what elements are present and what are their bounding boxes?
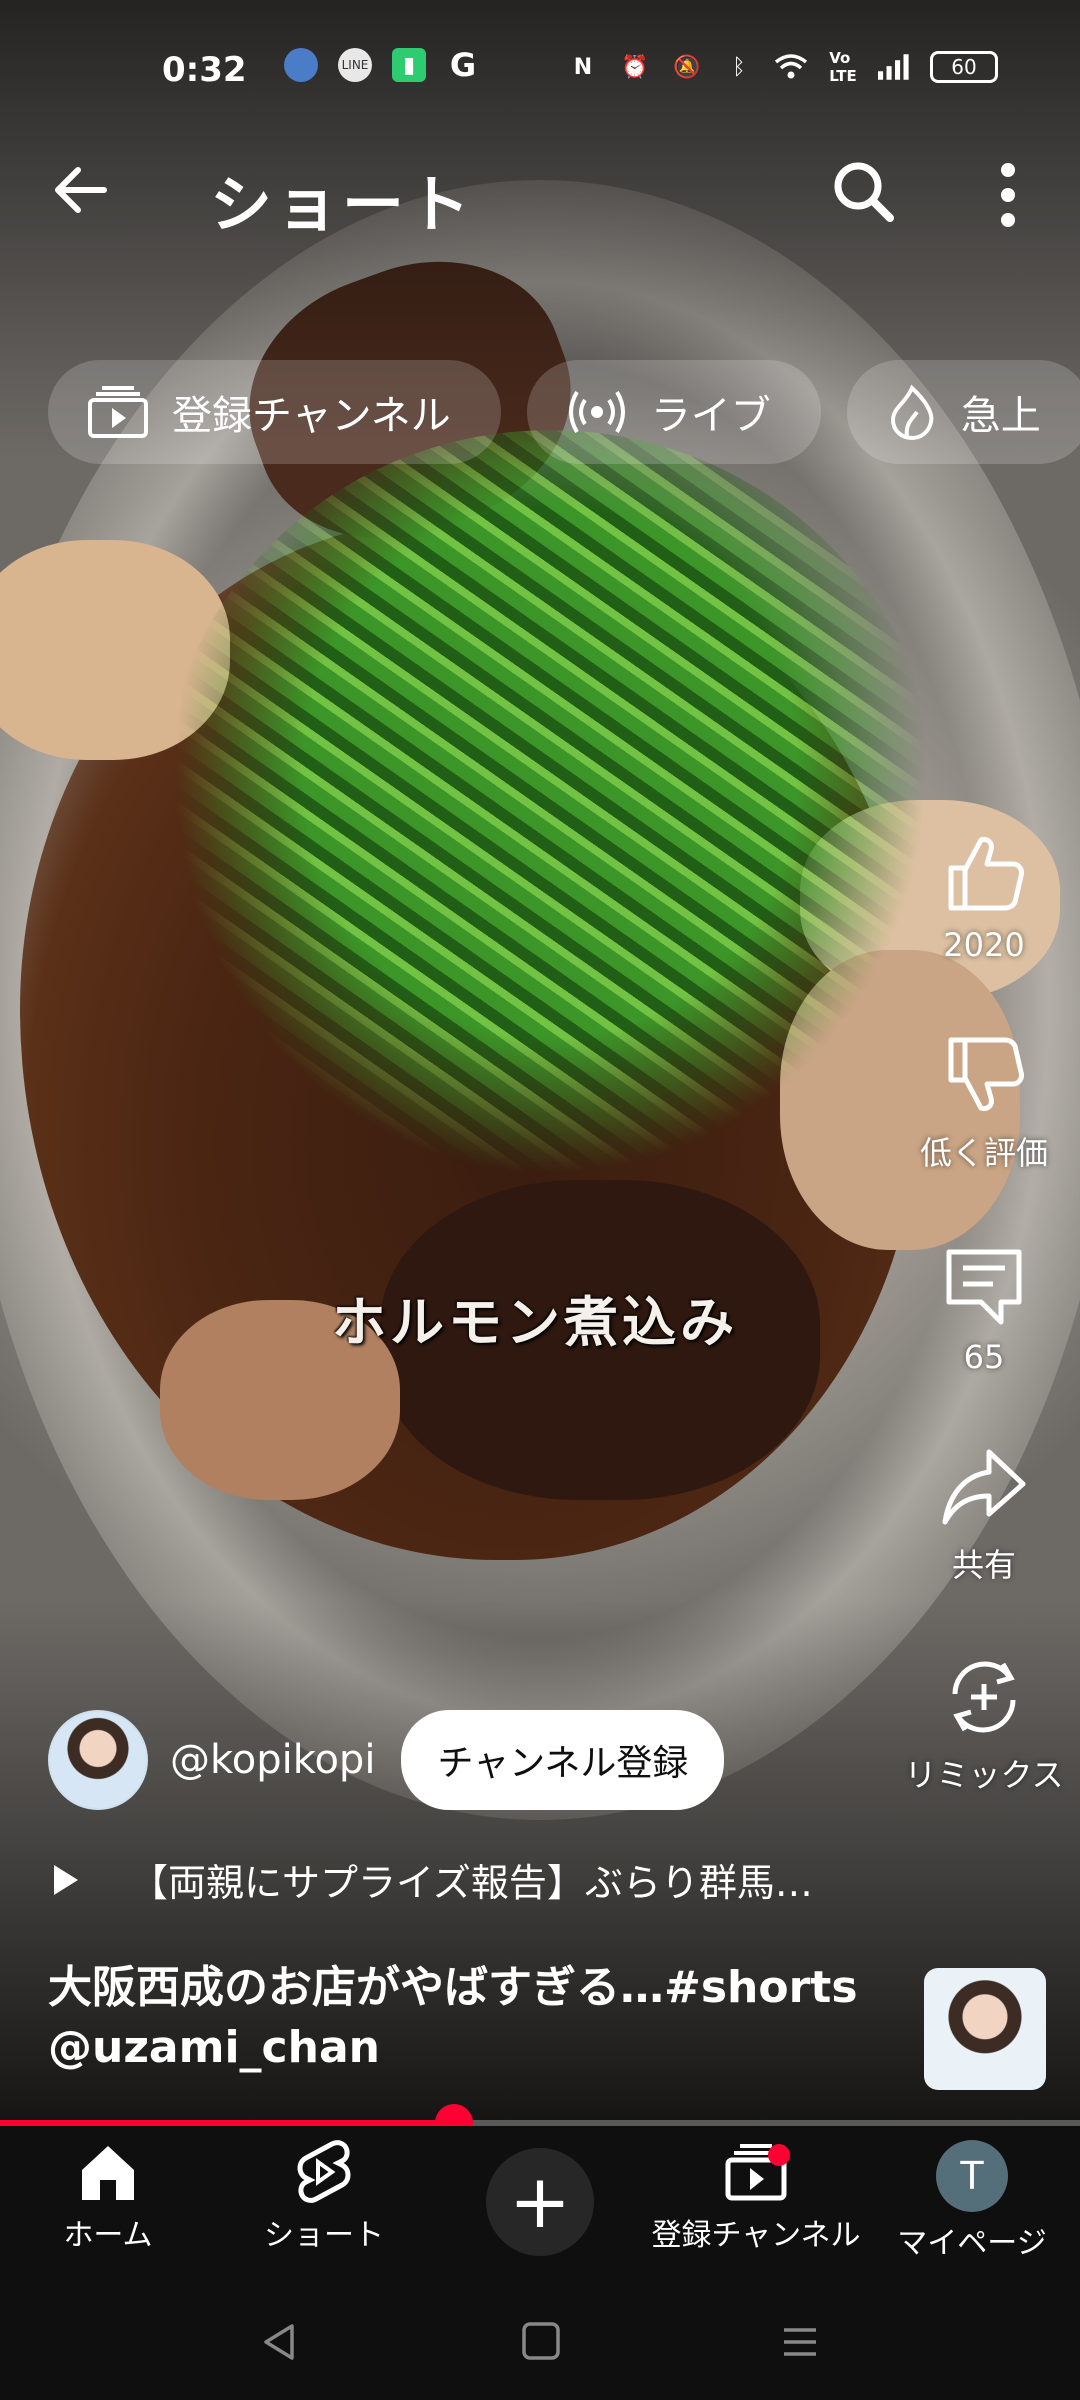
status-time: 0:32	[162, 50, 247, 90]
description-line: 大阪西成のお店がやばすぎる…#shorts	[48, 1962, 858, 2013]
home-square-icon[interactable]	[520, 2320, 562, 2362]
system-navigation	[0, 2280, 1080, 2400]
search-icon[interactable]	[828, 156, 898, 226]
line-icon: LINE	[338, 48, 372, 82]
like-button[interactable]: 2020	[904, 830, 1064, 964]
description-mention: @uzami_chan	[48, 2022, 380, 2073]
remix-label: リミックス	[904, 1756, 1064, 1794]
dislike-button[interactable]: 低く評価	[904, 1032, 1064, 1174]
user-avatar: T	[936, 2140, 1008, 2212]
create-button[interactable]: +	[486, 2148, 594, 2256]
dislike-label: 低く評価	[919, 1134, 1048, 1172]
status-right-icons: N ⏰ 🔕 ᛒ Vo LTE 60	[566, 49, 998, 85]
chip-label: 登録チャンネル	[172, 393, 451, 439]
chip-subscriptions[interactable]: 登録チャンネル	[48, 360, 501, 464]
related-title: 【両親にサプライズ報告】ぶらり群馬…	[130, 1861, 813, 1905]
thumbs-down-icon	[948, 1037, 1024, 1111]
nav-home-label: ホーム	[63, 2218, 153, 2253]
google-icon: G	[449, 46, 477, 84]
status-bar: 0:32 LINE ▮ G N ⏰ 🔕 ᛒ Vo LTE 60	[0, 40, 1080, 104]
volte-icon: Vo LTE	[829, 49, 857, 85]
nav-subscriptions[interactable]: 登録チャンネル	[651, 2140, 861, 2254]
subscribe-button[interactable]: チャンネル登録	[401, 1710, 725, 1810]
status-left-icons: LINE ▮ G	[284, 46, 480, 84]
bottom-navigation: ホーム ショート + 登録チャンネル T マイページ	[0, 2126, 1080, 2280]
thumbs-up-icon	[948, 837, 1024, 911]
more-options-icon[interactable]	[980, 160, 1036, 230]
back-triangle-icon[interactable]	[258, 2320, 302, 2364]
share-label: 共有	[951, 1546, 1016, 1584]
recents-icon[interactable]	[778, 2320, 822, 2364]
play-icon	[54, 1864, 78, 1895]
share-icon	[942, 1449, 1026, 1525]
action-column: 2020 低く評価 65 共有 リミックス	[904, 830, 1064, 1864]
nav-shorts-label: ショート	[264, 2218, 384, 2253]
profile-notification-icon	[284, 48, 318, 82]
related-video-link[interactable]: 【両親にサプライズ報告】ぶらり群馬…	[54, 1852, 874, 1907]
like-count: 2020	[943, 926, 1025, 964]
scallion-topping	[160, 430, 940, 1190]
nav-subscriptions-label: 登録チャンネル	[651, 2218, 861, 2253]
bluetooth-icon: ᛒ	[732, 54, 746, 80]
channel-row: @kopikopi チャンネル登録	[48, 1710, 725, 1810]
remix-icon	[952, 1661, 1016, 1733]
video-caption: ホルモン煮込み	[332, 1291, 738, 1354]
live-icon	[567, 389, 627, 435]
shorts-icon	[297, 2140, 351, 2203]
nfc-icon: N	[573, 54, 593, 80]
nav-home[interactable]: ホーム	[8, 2140, 208, 2254]
chip-trending[interactable]: 急上	[846, 360, 1080, 464]
comment-count: 65	[963, 1338, 1005, 1376]
filter-chips: 登録チャンネル ライブ 急上	[48, 360, 1080, 464]
comment-icon	[946, 1249, 1022, 1325]
chip-label: ライブ	[650, 393, 771, 439]
chip-label: 急上	[960, 393, 1041, 439]
wifi-icon	[774, 50, 808, 84]
shorts-header: ショート	[0, 140, 1080, 241]
page-title: ショート	[210, 168, 475, 241]
chip-live[interactable]: ライブ	[526, 360, 821, 464]
mute-icon: 🔕	[673, 54, 701, 80]
trending-icon	[887, 384, 937, 440]
channel-handle[interactable]: @kopikopi	[170, 1737, 375, 1783]
subscriptions-icon	[88, 386, 148, 438]
alarm-icon: ⏰	[621, 54, 649, 80]
battery-icon: 60	[930, 51, 998, 83]
signal-icon	[878, 50, 912, 84]
battery-saver-icon: ▮	[392, 48, 426, 82]
sound-thumbnail[interactable]	[924, 1968, 1046, 2090]
remix-button[interactable]: リミックス	[904, 1654, 1064, 1796]
nav-mypage-label: マイページ	[897, 2226, 1047, 2261]
nav-shorts[interactable]: ショート	[224, 2140, 424, 2254]
comments-button[interactable]: 65	[904, 1242, 1064, 1376]
channel-avatar[interactable]	[48, 1710, 148, 1810]
plus-icon: +	[508, 2159, 571, 2245]
share-button[interactable]: 共有	[904, 1444, 1064, 1586]
home-icon	[82, 2146, 134, 2200]
video-description[interactable]: 大阪西成のお店がやばすぎる…#shorts @uzami_chan	[48, 1958, 908, 2078]
nav-mypage[interactable]: T マイページ	[872, 2140, 1072, 2262]
notification-dot	[768, 2144, 790, 2166]
back-arrow-icon[interactable]	[50, 160, 110, 230]
